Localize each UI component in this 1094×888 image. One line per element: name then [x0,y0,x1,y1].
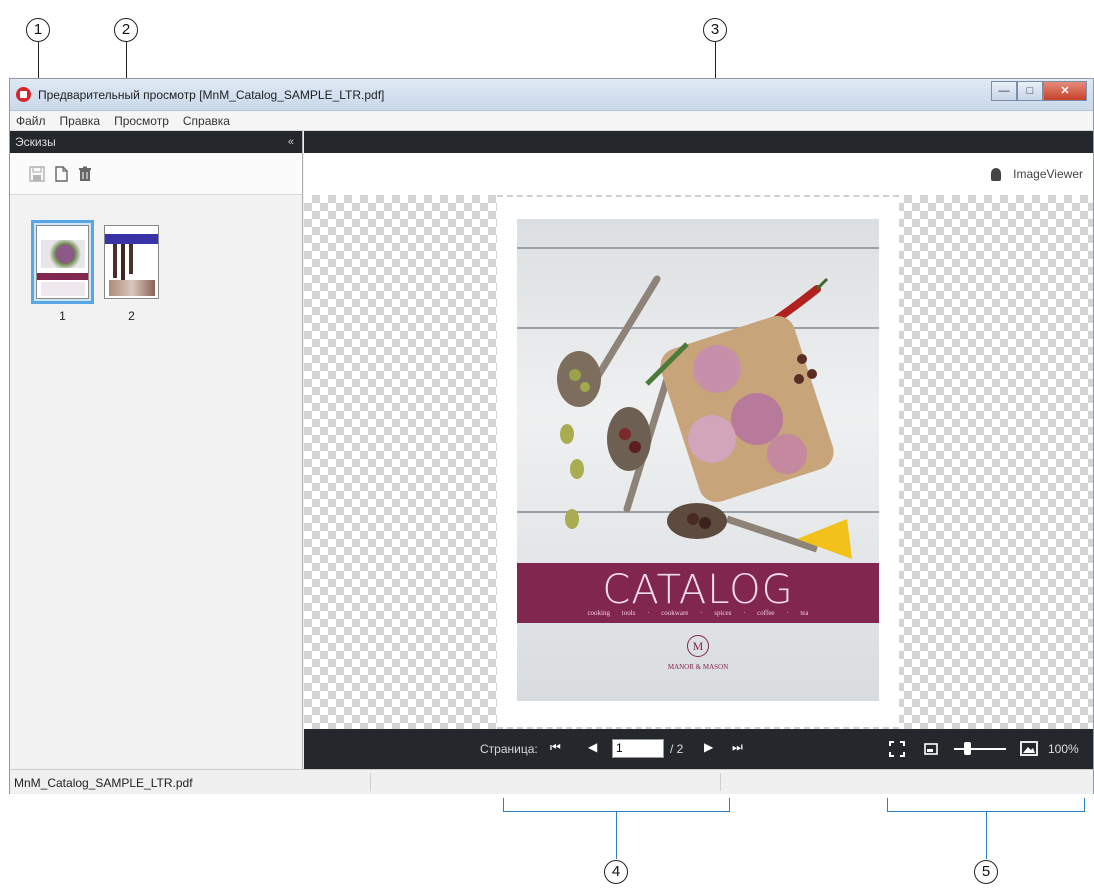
callout-4: 4 [604,860,628,884]
food-illustration [557,275,852,559]
first-page-button[interactable]: ⏮ [550,740,561,755]
document-icon[interactable] [52,165,70,183]
trash-icon[interactable] [76,165,94,183]
garlic-bulb [731,393,783,445]
save-icon[interactable] [28,165,46,183]
garlic-bulb [767,434,807,474]
thumbnails-title: Эскизы [15,135,56,149]
cardamom-seed [580,382,590,392]
app-logo-icon [16,87,31,102]
preview-window: Предварительный просмотр [MnM_Catalog_SA… [9,78,1094,794]
cardamom-pod [560,424,574,444]
garlic-bulb [693,345,741,393]
viewer-header [304,131,1093,153]
fit-to-window-icon[interactable] [889,741,905,757]
menu-view[interactable]: Просмотр [114,114,169,128]
title-bar: Предварительный просмотр [MnM_Catalog_SA… [10,79,1093,111]
zoom-in-icon[interactable] [1020,741,1038,756]
imageviewer-icon [991,167,1002,181]
bracket-5-right [1084,798,1085,812]
thumbnails-toolbar [10,153,302,195]
thumbnails-panel: Эскизы « 1 2 [10,131,303,769]
catalog-title: CATALOG [602,567,794,613]
thumbnail-number-1: 1 [59,309,66,323]
viewer-toolbar: ImageViewer [304,153,1093,195]
imageviewer-label: ImageViewer [1013,167,1083,181]
page-total: / 2 [670,742,684,756]
page-number-input[interactable]: 1 [612,739,664,758]
callout-1: 1 [26,18,50,42]
thumbnail-image-1 [36,225,89,299]
callout-3: 3 [703,18,727,42]
thumbnail-number-2: 2 [128,309,135,323]
catalog-subtitle: cooking tools · cookware · spices · coff… [587,609,809,617]
zoom-level: 100% [1048,742,1079,756]
garlic-bulb [688,415,736,463]
zoom-out-icon[interactable] [924,743,938,755]
previous-page-button[interactable]: ◀ [588,740,597,754]
minimize-button[interactable]: — [991,81,1017,101]
bracket-4-stem [616,811,617,859]
allspice-berry [699,517,711,529]
menu-bar: Файл Правка Просмотр Справка [10,111,1093,131]
thumbnails-header: Эскизы « [10,131,302,153]
bracket-4-left [503,798,504,812]
brand-name: MANOR & MASON [667,663,729,671]
allspice-berry [797,354,807,364]
catalog-cover: CATALOG cooking tools · cookware · spice… [517,219,879,701]
viewer-panel: ImageViewer CATALOG cooking tools · cook… [304,131,1093,769]
zoom-slider-track[interactable] [954,748,1006,750]
catalog-band: CATALOG cooking tools · cookware · spice… [517,563,879,623]
bracket-5-stem [986,811,987,859]
bracket-5-left [887,798,888,812]
allspice-berry [687,513,699,525]
bracket-4-right [729,798,730,812]
lemon-wedge [797,519,852,559]
menu-file[interactable]: Файл [16,114,46,128]
menu-edit[interactable]: Правка [60,114,101,128]
callout-2: 2 [114,18,138,42]
peppercorn [619,428,631,440]
spoon-bowl [607,407,651,471]
collapse-panel-icon[interactable]: « [288,131,294,153]
window-controls: — □ ✕ [991,81,1087,101]
page-area: CATALOG cooking tools · cookware · spice… [497,195,899,729]
status-separator [370,773,371,791]
page-canvas[interactable]: CATALOG cooking tools · cookware · spice… [304,195,1093,729]
imageviewer-brand: ImageViewer [991,167,1083,181]
callout-5: 5 [974,860,998,884]
status-separator [720,773,721,791]
allspice-berry [807,369,817,379]
menu-help[interactable]: Справка [183,114,230,128]
status-bar: MnM_Catalog_SAMPLE_LTR.pdf [10,769,1093,794]
maximize-button[interactable]: □ [1017,81,1043,101]
cardamom-seed [569,369,581,381]
navigation-bar: Страница: ⏮ ◀ 1 / 2 ▶ ⏭ 100% [304,729,1093,769]
allspice-berry [794,374,804,384]
spoon-handle [725,515,819,553]
peppercorn [629,441,641,453]
status-filename: MnM_Catalog_SAMPLE_LTR.pdf [14,776,193,790]
close-button[interactable]: ✕ [1043,81,1087,101]
cardamom-pod [565,509,579,529]
page-label: Страница: [480,742,538,756]
brand-logo: M [687,635,709,657]
window-title: Предварительный просмотр [MnM_Catalog_SA… [38,88,385,102]
thumbnail-image-2 [104,225,159,299]
next-page-button[interactable]: ▶ [704,740,713,754]
last-page-button[interactable]: ⏭ [732,740,743,755]
zoom-slider-handle[interactable] [964,742,971,755]
thumbnail-list: 1 2 [10,195,302,769]
cardamom-pod [570,459,584,479]
